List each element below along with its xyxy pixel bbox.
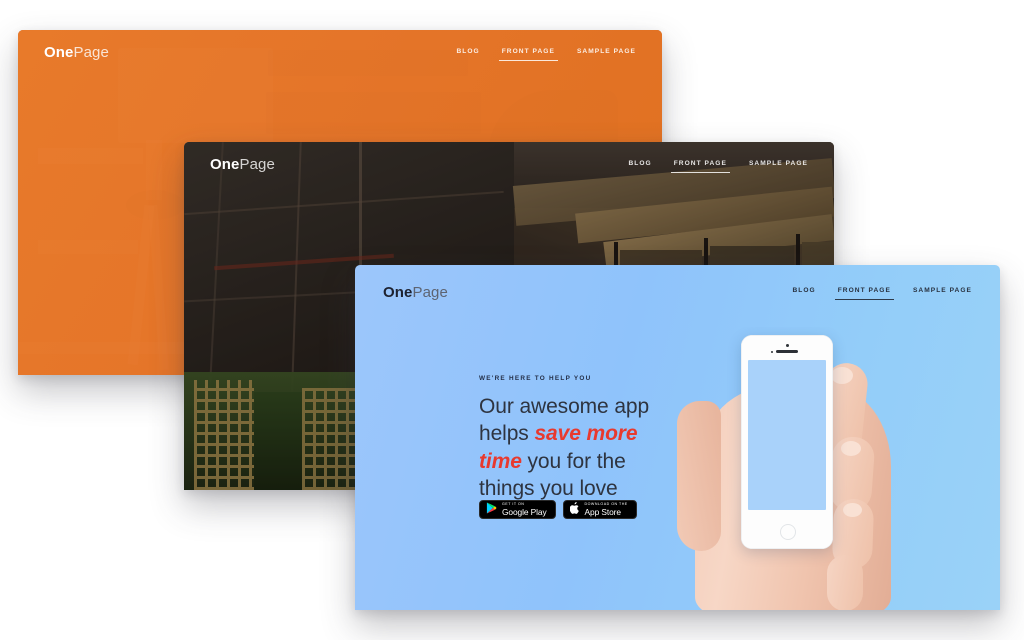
app-store-top-label: Download on the: [584, 501, 628, 506]
finger-pinky: [827, 555, 863, 610]
nav-item-sample-page[interactable]: SAMPLE PAGE: [913, 287, 972, 300]
logo-blue[interactable]: OnePage: [383, 285, 448, 300]
logo-dark[interactable]: OnePage: [210, 157, 275, 172]
logo-light: Page: [412, 284, 448, 301]
app-store-main-label: App Store: [584, 506, 621, 517]
store-badges: GET IT ON Google Play Download on the Ap…: [479, 500, 637, 519]
hand-holding-phone-image: [673, 327, 973, 610]
apple-icon: [569, 501, 580, 519]
logo-bold: One: [210, 156, 240, 173]
nav-item-sample-page[interactable]: SAMPLE PAGE: [577, 48, 636, 61]
proximity-sensor-icon: [771, 350, 773, 353]
nav-item-front-page[interactable]: FRONT PAGE: [670, 160, 731, 173]
nav-item-sample-page[interactable]: SAMPLE PAGE: [749, 160, 808, 173]
home-button-icon[interactable]: [780, 524, 796, 540]
hero-eyebrow: WE'RE HERE TO HELP YOU: [479, 375, 592, 382]
nav-item-blog[interactable]: BLOG: [628, 160, 651, 173]
nav-item-blog[interactable]: BLOG: [792, 287, 815, 300]
google-play-badge[interactable]: GET IT ON Google Play: [479, 500, 556, 519]
thumb-shape: [677, 401, 721, 551]
screenshot-stage: OnePage BLOG FRONT PAGE SAMPLE PAGE OneP…: [0, 0, 1024, 640]
app-store-labels: Download on the App Store: [584, 501, 628, 517]
hero-copy: WE'RE HERE TO HELP YOU Our awesome app h…: [479, 375, 669, 502]
logo-orange[interactable]: OnePage: [44, 45, 109, 60]
google-play-top-label: GET IT ON: [502, 501, 525, 506]
earpiece-speaker-icon: [776, 350, 798, 353]
google-play-labels: GET IT ON Google Play: [502, 501, 547, 517]
nav-dark[interactable]: BLOG FRONT PAGE SAMPLE PAGE: [628, 160, 808, 173]
nail-index: [831, 367, 853, 384]
app-store-badge[interactable]: Download on the App Store: [562, 500, 637, 519]
smartphone[interactable]: [741, 335, 833, 549]
hero-headline: Our awesome app helps save more time you…: [479, 393, 669, 502]
google-play-icon: [486, 501, 497, 519]
phone-screen[interactable]: [748, 360, 826, 510]
nav-orange[interactable]: BLOG FRONT PAGE SAMPLE PAGE: [456, 48, 636, 61]
logo-light: Page: [73, 44, 109, 61]
nav-item-blog[interactable]: BLOG: [456, 48, 479, 61]
front-camera-icon: [785, 344, 789, 347]
logo-bold: One: [383, 284, 413, 301]
google-play-main-label: Google Play: [502, 506, 547, 517]
panel-blue[interactable]: OnePage BLOG FRONT PAGE SAMPLE PAGE WE'R…: [355, 265, 1000, 610]
nav-item-front-page[interactable]: FRONT PAGE: [498, 48, 559, 61]
nail-ring: [843, 503, 862, 517]
logo-light: Page: [239, 156, 275, 173]
logo-bold: One: [44, 44, 74, 61]
nail-middle: [841, 441, 861, 456]
nav-blue[interactable]: BLOG FRONT PAGE SAMPLE PAGE: [792, 287, 972, 300]
nav-item-front-page[interactable]: FRONT PAGE: [834, 287, 895, 300]
